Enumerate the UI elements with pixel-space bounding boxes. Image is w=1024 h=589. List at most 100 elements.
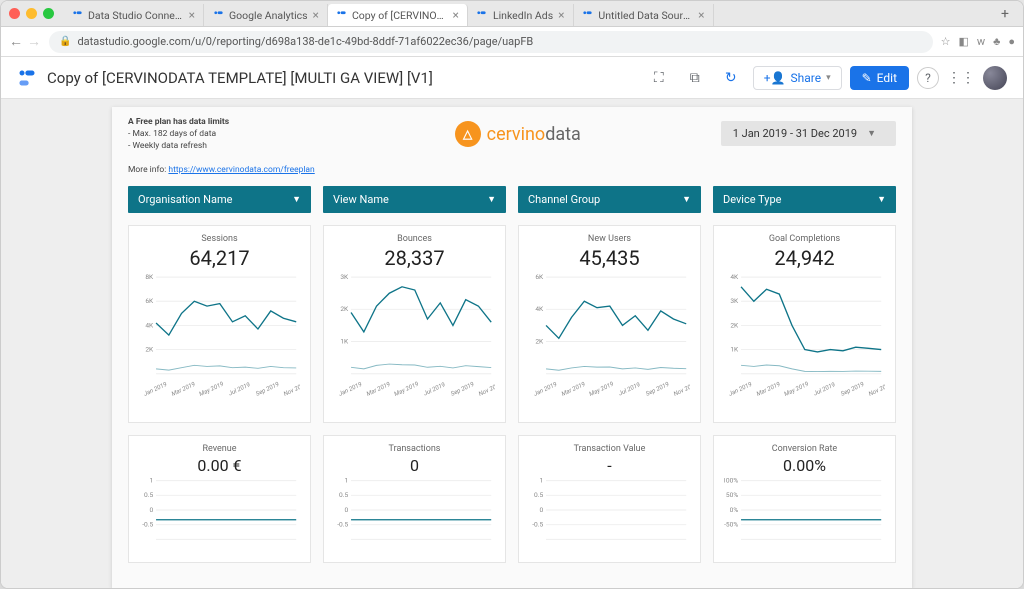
svg-text:Jul 2019: Jul 2019 xyxy=(227,381,252,397)
fullscreen-button[interactable]: ⛶ xyxy=(645,64,673,92)
metric-label: Transactions xyxy=(334,444,495,454)
scorecard[interactable]: Sessions 64,217 8K6K4K2KJan 2019Mar 2019… xyxy=(128,225,311,423)
tab-label: Untitled Data Source xyxy=(598,9,693,22)
scorecard[interactable]: Transactions 0 10.50-0.5 xyxy=(323,435,506,563)
share-button[interactable]: +👤 Share ▾ xyxy=(753,66,842,90)
svg-text:Jan 2019: Jan 2019 xyxy=(532,380,558,396)
share-icon: +👤 xyxy=(764,71,786,85)
close-tab-icon[interactable]: × xyxy=(453,8,459,22)
scorecard[interactable]: Goal Completions 24,942 4K3K2K1KJan 2019… xyxy=(713,225,896,423)
apps-grid-icon[interactable]: ⋮⋮ xyxy=(947,64,975,92)
extension-icon[interactable]: ♣ xyxy=(993,35,1000,48)
svg-text:1: 1 xyxy=(539,477,543,485)
svg-text:Sep 2019: Sep 2019 xyxy=(839,380,866,396)
trend-chart: 8K6K4K2KJan 2019Mar 2019May 2019Jul 2019… xyxy=(139,270,300,396)
svg-text:Mar 2019: Mar 2019 xyxy=(170,380,197,396)
svg-text:0: 0 xyxy=(344,506,348,514)
scorecard[interactable]: New Users 45,435 6K4K2KJan 2019Mar 2019M… xyxy=(518,225,701,423)
refresh-button[interactable]: ↻ xyxy=(717,64,745,92)
browser-tab[interactable]: LinkedIn Ads × xyxy=(468,4,574,26)
svg-text:Jan 2019: Jan 2019 xyxy=(337,380,363,396)
chevron-down-icon: ▼ xyxy=(487,194,496,205)
extension-icon[interactable]: w xyxy=(977,35,985,48)
new-tab-button[interactable]: + xyxy=(995,6,1015,22)
tab-favicon-icon xyxy=(72,9,83,21)
app-header: Copy of [CERVINODATA TEMPLATE] [MULTI GA… xyxy=(1,57,1023,99)
metric-label: Goal Completions xyxy=(724,234,885,244)
scorecard[interactable]: Conversion Rate 0.00% 100%50%0%-50% xyxy=(713,435,896,563)
filter-dropdown[interactable]: Organisation Name▼ xyxy=(128,186,311,213)
close-window-icon[interactable] xyxy=(9,8,20,19)
filter-dropdown[interactable]: View Name ▼ xyxy=(323,186,506,213)
svg-text:0.5: 0.5 xyxy=(339,492,348,500)
edit-button[interactable]: ✎ Edit xyxy=(850,66,909,90)
svg-text:3K: 3K xyxy=(730,298,739,306)
plan-title: A Free plan has data limits xyxy=(128,117,229,127)
metric-value: 0.00 € xyxy=(139,456,300,475)
browser-tab[interactable]: Copy of [CERVINODATA TEMP…× xyxy=(328,4,468,26)
trend-chart: 100%50%0%-50% xyxy=(724,475,885,545)
svg-text:-0.5: -0.5 xyxy=(532,521,543,529)
scorecard[interactable]: Transaction Value - 10.50-0.5 xyxy=(518,435,701,563)
document-title[interactable]: Copy of [CERVINODATA TEMPLATE] [MULTI GA… xyxy=(47,69,645,87)
traffic-lights xyxy=(9,8,54,19)
close-tab-icon[interactable]: × xyxy=(558,8,564,22)
svg-text:2K: 2K xyxy=(535,338,544,346)
filter-label: View Name xyxy=(333,193,389,206)
close-tab-icon[interactable]: × xyxy=(189,8,195,22)
svg-text:2K: 2K xyxy=(730,322,739,330)
close-tab-icon[interactable]: × xyxy=(313,8,319,22)
datastudio-logo-icon[interactable] xyxy=(17,68,37,88)
extension-icon[interactable]: ◧ xyxy=(958,35,968,48)
trend-chart: 4K3K2K1KJan 2019Mar 2019May 2019Jul 2019… xyxy=(724,270,885,396)
svg-text:0: 0 xyxy=(149,506,153,514)
date-range-picker[interactable]: 1 Jan 2019 - 31 Dec 2019 ▼ xyxy=(721,121,896,146)
close-tab-icon[interactable]: × xyxy=(698,8,704,22)
plan-info-link[interactable]: https://www.cervinodata.com/freeplan xyxy=(168,165,314,175)
svg-text:Mar 2019: Mar 2019 xyxy=(755,380,782,396)
svg-text:3K: 3K xyxy=(340,273,349,281)
metric-value: 24,942 xyxy=(724,246,885,270)
metric-label: New Users xyxy=(529,234,690,244)
svg-text:Nov 2019: Nov 2019 xyxy=(672,380,690,396)
scorecard[interactable]: Revenue 0.00 € 10.50-0.5 xyxy=(128,435,311,563)
tab-label: LinkedIn Ads xyxy=(493,9,553,22)
trend-chart: 6K4K2KJan 2019Mar 2019May 2019Jul 2019Se… xyxy=(529,270,690,396)
user-avatar[interactable] xyxy=(983,66,1007,90)
browser-tabs: Data Studio Connect to Data×Google Analy… xyxy=(64,1,995,26)
help-button[interactable]: ? xyxy=(917,67,939,89)
filter-dropdown[interactable]: Channel Group ▼ xyxy=(518,186,701,213)
chevron-down-icon: ▼ xyxy=(682,194,691,205)
address-bar[interactable]: 🔒 datastudio.google.com/u/0/reporting/d6… xyxy=(49,31,933,53)
svg-text:50%: 50% xyxy=(726,492,738,500)
filter-bar: Organisation Name▼View Name▼Channel Grou… xyxy=(128,186,896,213)
svg-text:Jul 2019: Jul 2019 xyxy=(422,381,447,397)
extension-icon[interactable]: ● xyxy=(1008,35,1015,48)
maximize-window-icon[interactable] xyxy=(43,8,54,19)
svg-text:Jul 2019: Jul 2019 xyxy=(812,381,837,397)
browser-tab[interactable]: Untitled Data Source × xyxy=(574,4,714,26)
report-canvas[interactable]: A Free plan has data limits - Max. 182 d… xyxy=(1,99,1023,588)
scorecard[interactable]: Bounces 28,337 3K2K1KJan 2019Mar 2019May… xyxy=(323,225,506,423)
minimize-window-icon[interactable] xyxy=(26,8,37,19)
metric-value: 45,435 xyxy=(529,246,690,270)
svg-text:Sep 2019: Sep 2019 xyxy=(449,380,476,396)
chevron-down-icon: ▼ xyxy=(877,194,886,205)
svg-text:8K: 8K xyxy=(145,273,154,281)
svg-text:-50%: -50% xyxy=(724,521,738,529)
metric-label: Revenue xyxy=(139,444,300,454)
metric-label: Bounces xyxy=(334,234,495,244)
forward-button[interactable]: → xyxy=(27,33,41,50)
metric-label: Sessions xyxy=(139,234,300,244)
cervinodata-logo-icon: △ xyxy=(455,121,481,147)
metric-value: 0 xyxy=(334,456,495,475)
back-button[interactable]: ← xyxy=(9,33,23,50)
url-text: datastudio.google.com/u/0/reporting/d698… xyxy=(77,35,533,48)
copy-page-button[interactable]: ⧉ xyxy=(681,64,709,92)
browser-tab[interactable]: Google Analytics× xyxy=(204,4,328,26)
browser-tab[interactable]: Data Studio Connect to Data× xyxy=(64,4,204,26)
filter-label: Channel Group xyxy=(528,193,600,206)
extension-icon[interactable]: ☆ xyxy=(941,35,951,48)
plan-more: More info: xyxy=(128,165,166,175)
filter-dropdown[interactable]: Device Type▼ xyxy=(713,186,896,213)
